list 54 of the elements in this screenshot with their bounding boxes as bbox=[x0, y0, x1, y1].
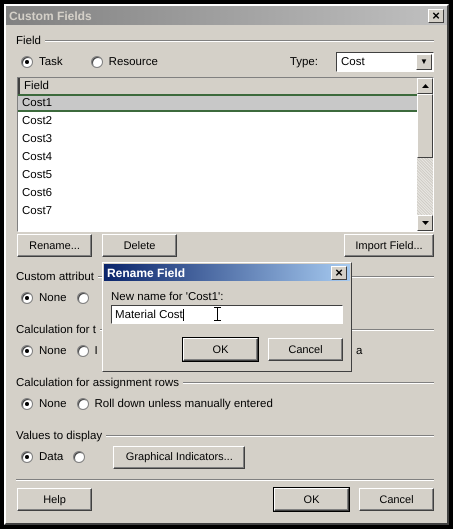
radio-label: None bbox=[39, 398, 66, 410]
scroll-up-icon[interactable] bbox=[422, 84, 428, 88]
import-button[interactable]: Import Field... bbox=[344, 234, 434, 257]
close-button[interactable]: × bbox=[331, 266, 347, 280]
list-item[interactable]: Cost7 bbox=[18, 202, 417, 220]
radio-button[interactable] bbox=[21, 345, 33, 357]
radio-label: Roll down unless manually entered bbox=[94, 398, 273, 410]
scroll-thumb[interactable] bbox=[417, 94, 433, 158]
list-item[interactable]: Cost2 bbox=[18, 112, 417, 130]
dialog-button[interactable]: Cancel bbox=[359, 488, 434, 511]
radio-button[interactable] bbox=[76, 398, 88, 410]
partial-label: a bbox=[356, 345, 362, 357]
radio-button[interactable] bbox=[90, 56, 103, 68]
radio-button[interactable] bbox=[21, 292, 33, 304]
radio-button[interactable] bbox=[21, 451, 33, 463]
column-header: Field bbox=[18, 78, 417, 94]
scrollbar[interactable] bbox=[417, 78, 433, 231]
radio-button[interactable] bbox=[73, 451, 86, 463]
radio-label: Data bbox=[39, 451, 64, 463]
indicators-button[interactable]: Graphical Indicators... bbox=[113, 446, 246, 468]
dialog-title: Rename Field bbox=[107, 266, 186, 280]
list-item[interactable]: Cost6 bbox=[18, 184, 417, 202]
radio-label: I bbox=[94, 345, 98, 357]
radio-label: None bbox=[39, 292, 66, 304]
radio-button[interactable] bbox=[21, 398, 33, 410]
group-label: Calculation for assignment rows bbox=[16, 376, 179, 388]
group-label: Custom attribut bbox=[16, 270, 94, 282]
window-title: Custom Fields bbox=[9, 8, 93, 22]
radio-label: Resource bbox=[108, 56, 158, 68]
radio-button[interactable] bbox=[76, 345, 88, 357]
type-label: Type: bbox=[290, 56, 318, 68]
radio-button[interactable] bbox=[21, 56, 33, 68]
dialog-button[interactable]: Help bbox=[17, 488, 92, 511]
group-label: Calculation for t bbox=[16, 324, 96, 336]
close-button[interactable]: × bbox=[428, 8, 444, 22]
type-dropdown[interactable]: Cost ▼ bbox=[336, 52, 434, 72]
scroll-down-icon[interactable] bbox=[422, 221, 428, 225]
radio-label: Task bbox=[39, 56, 63, 68]
list-item[interactable]: Cost5 bbox=[18, 166, 417, 184]
dialog-button[interactable]: OK bbox=[274, 488, 349, 511]
text-cursor-icon bbox=[214, 307, 221, 321]
list-item[interactable]: Cost1 bbox=[18, 94, 417, 112]
dialog-button[interactable]: OK bbox=[183, 338, 258, 361]
group-label: Field bbox=[16, 34, 41, 46]
prompt-label: New name for 'Cost1': bbox=[111, 291, 224, 303]
list-item[interactable]: Cost3 bbox=[18, 130, 417, 148]
name-input[interactable]: Material Cost bbox=[111, 305, 343, 324]
rename-button[interactable]: Rename... bbox=[17, 234, 92, 257]
radio-button[interactable] bbox=[76, 292, 88, 304]
dialog-button[interactable]: Cancel bbox=[268, 338, 343, 361]
delete-button[interactable]: Delete bbox=[102, 234, 177, 257]
radio-label: None bbox=[39, 345, 66, 357]
list-item[interactable]: Cost4 bbox=[18, 148, 417, 166]
group-label: Values to display bbox=[16, 430, 102, 442]
